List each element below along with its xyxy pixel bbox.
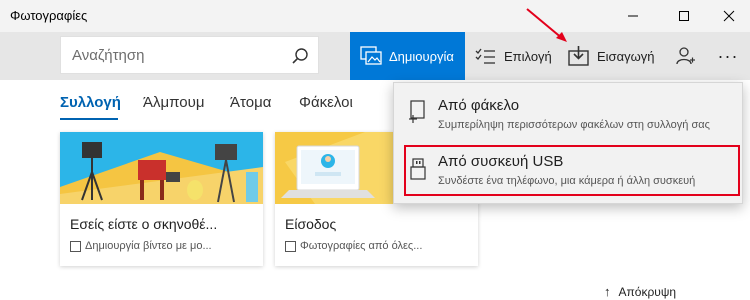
- create-button[interactable]: Δημιουργία: [350, 32, 465, 80]
- tab-albums[interactable]: Άλμπουμ: [143, 94, 204, 111]
- folder-add-icon: [409, 100, 425, 123]
- close-icon: [723, 10, 735, 22]
- search-box: [60, 36, 319, 74]
- card-subtitle-text: Φωτογραφίες από όλες...: [300, 240, 423, 252]
- tab-folders[interactable]: Φάκελοι: [299, 94, 353, 111]
- import-button[interactable]: Εισαγωγή: [568, 32, 658, 80]
- search-input[interactable]: [61, 37, 281, 73]
- more-options-button[interactable]: ···: [713, 32, 743, 80]
- create-icon: [360, 45, 382, 67]
- minimize-button[interactable]: [610, 0, 656, 32]
- card-title: Είσοδος: [285, 216, 337, 232]
- minimize-icon: [628, 15, 638, 17]
- search-icon: [292, 48, 308, 64]
- import-from-usb-item[interactable]: Από συσκευή USB Συνδέστε ένα τηλέφωνο, μ…: [394, 147, 744, 199]
- menu-item-description: Συμπερίληψη περισσότερων φακέλων στη συλ…: [438, 119, 710, 131]
- menu-item-title: Από φάκελο: [438, 97, 520, 114]
- import-from-folder-item[interactable]: Από φάκελο Συμπερίληψη περισσότερων φακέ…: [394, 89, 744, 145]
- more-icon: ···: [717, 45, 739, 66]
- card-video-director[interactable]: Εσείς είστε ο σκηνοθέ... Δημιουργία βίντ…: [60, 132, 263, 266]
- maximize-button[interactable]: [661, 0, 707, 32]
- import-menu: Από φάκελο Συμπερίληψη περισσότερων φακέ…: [393, 82, 743, 204]
- video-icon: [70, 240, 81, 252]
- import-label: Εισαγωγή: [597, 48, 655, 64]
- menu-item-title: Από συσκευή USB: [438, 153, 564, 170]
- maximize-icon: [679, 11, 689, 21]
- hide-link[interactable]: ↑ Απόκρυψη: [604, 284, 676, 299]
- card-subtitle: Φωτογραφίες από όλες...: [285, 240, 422, 252]
- active-tab-underline: [60, 118, 118, 120]
- usb-icon: [410, 158, 426, 180]
- card-subtitle: Δημιουργία βίντεο με μο...: [70, 240, 212, 252]
- toolbar: Δημιουργία Επιλογή Εισαγωγή: [0, 32, 750, 80]
- add-person-icon: [676, 47, 695, 65]
- title-bar: Φωτογραφίες: [0, 0, 750, 32]
- select-label: Επιλογή: [504, 48, 552, 64]
- create-label: Δημιουργία: [389, 48, 454, 64]
- menu-item-description: Συνδέστε ένα τηλέφωνο, μια κάμερα ή άλλη…: [438, 175, 696, 187]
- tab-collection[interactable]: Συλλογή: [60, 94, 121, 111]
- card-illustration-film-set: [60, 132, 263, 204]
- people-button[interactable]: [673, 32, 699, 80]
- search-button[interactable]: [288, 44, 312, 68]
- annotation-arrow-icon: [526, 8, 567, 42]
- hide-label: Απόκρυψη: [618, 284, 677, 299]
- tab-people[interactable]: Άτομα: [230, 94, 271, 111]
- card-title: Εσείς είστε ο σκηνοθέ...: [70, 216, 218, 232]
- arrow-up-icon: ↑: [604, 284, 611, 299]
- app-title: Φωτογραφίες: [10, 8, 88, 23]
- close-button[interactable]: [706, 0, 750, 32]
- photos-icon: [285, 240, 296, 252]
- card-subtitle-text: Δημιουργία βίντεο με μο...: [85, 240, 212, 252]
- import-icon: [568, 45, 590, 67]
- select-checklist-icon: [475, 45, 497, 67]
